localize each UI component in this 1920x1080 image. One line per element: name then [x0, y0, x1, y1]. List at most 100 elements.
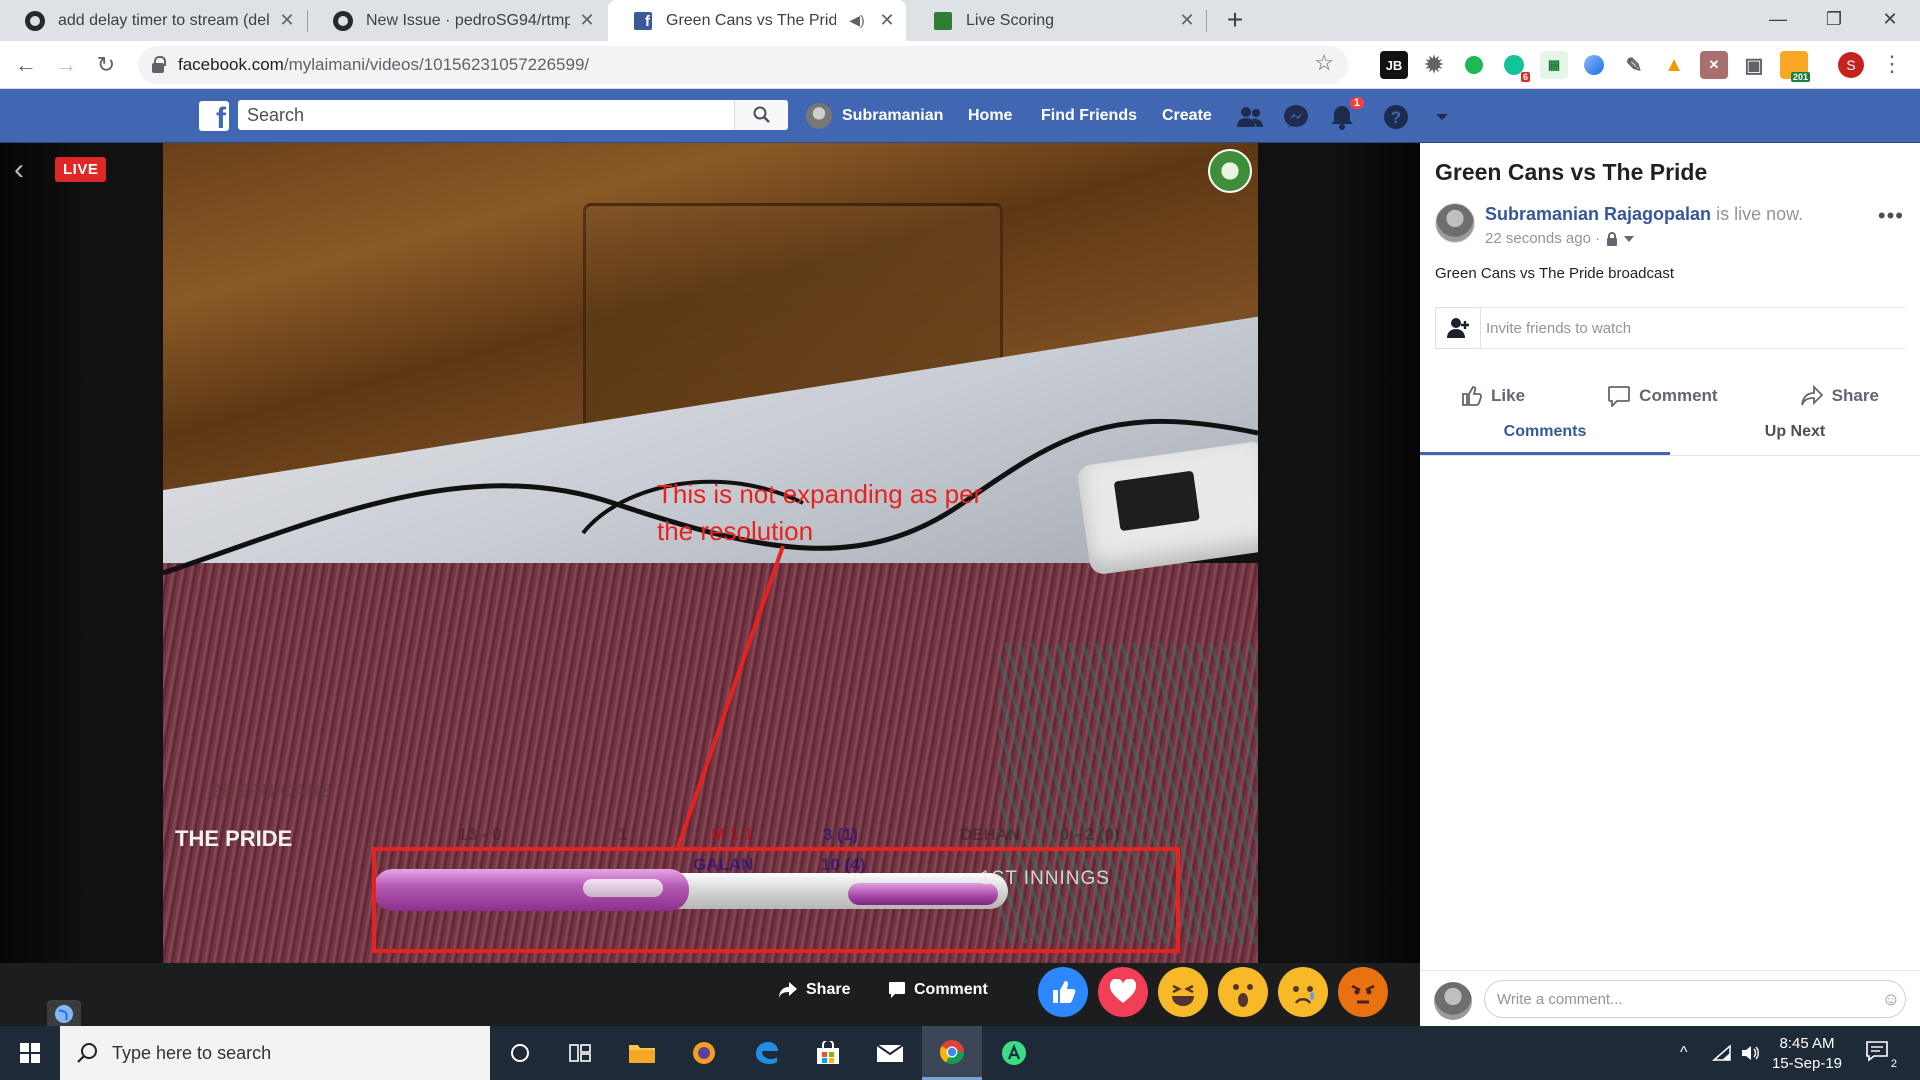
new-tab-button[interactable]: +: [1220, 5, 1250, 35]
post-timestamp[interactable]: 22 seconds ago ·: [1485, 230, 1600, 247]
tray-chevron-icon[interactable]: ^: [1680, 1026, 1688, 1080]
comment-icon: [1608, 386, 1631, 407]
angry-reaction-icon[interactable]: [1338, 967, 1388, 1017]
comment-action-button[interactable]: Comment: [1607, 378, 1718, 414]
forward-icon[interactable]: →: [50, 49, 82, 81]
tab-divider: [1206, 10, 1207, 32]
file-explorer-icon[interactable]: [612, 1026, 672, 1080]
android-studio-icon[interactable]: [984, 1026, 1044, 1080]
reload-icon[interactable]: ↻: [90, 49, 122, 81]
wow-reaction-icon[interactable]: [1218, 967, 1268, 1017]
task-view-icon[interactable]: [550, 1026, 610, 1080]
clock-time: 8:45 AM: [1779, 1035, 1835, 1052]
reactions-bar: [1038, 967, 1388, 1017]
restore-icon[interactable]: ❐: [1806, 0, 1862, 41]
blue-extension-icon[interactable]: [1580, 51, 1608, 79]
tab-comments[interactable]: Comments: [1420, 413, 1670, 455]
messenger-icon[interactable]: [1282, 103, 1310, 131]
video-player[interactable]: ‹ LIVE GREEN CANS THE PRIDE 13 - 0 1 M 1…: [0, 143, 1420, 963]
live-badge: LIVE: [55, 157, 107, 182]
friend-requests-icon[interactable]: [1236, 103, 1264, 131]
share-action-button[interactable]: Share: [1800, 378, 1879, 414]
nav-find-friends[interactable]: Find Friends: [1041, 89, 1137, 143]
minimize-icon[interactable]: —: [1750, 0, 1806, 41]
help-icon[interactable]: ?: [1382, 103, 1410, 131]
video-frame: GREEN CANS THE PRIDE 13 - 0 1 M 1 1 3 (1…: [163, 143, 1258, 963]
like-reaction-icon[interactable]: [1038, 967, 1088, 1017]
green-dot-extension-icon[interactable]: [1460, 51, 1488, 79]
pdf-extension-icon[interactable]: ✕: [1700, 51, 1728, 79]
tab-title: Green Cans vs The Pride: [666, 11, 836, 29]
back-icon[interactable]: ‹: [14, 155, 38, 187]
clock-date: 15-Sep-19: [1771, 1055, 1843, 1072]
address-bar[interactable]: facebook.com /mylaimani/videos/101562310…: [138, 46, 1348, 84]
mail-icon[interactable]: [860, 1026, 920, 1080]
globe-icon[interactable]: [47, 1000, 81, 1026]
invite-text: Invite friends to watch: [1486, 319, 1632, 337]
invite-friends-row[interactable]: Invite friends to watch: [1435, 307, 1905, 349]
search-input[interactable]: [238, 100, 734, 130]
gear-extension-icon[interactable]: ✹: [1420, 51, 1448, 79]
facebook-logo[interactable]: f: [199, 101, 229, 131]
edge-icon[interactable]: [736, 1026, 796, 1080]
nav-home[interactable]: Home: [968, 89, 1012, 143]
close-icon[interactable]: ✕: [578, 10, 596, 31]
speaker-icon[interactable]: ◀): [844, 12, 870, 29]
chevron-down-icon[interactable]: [1624, 235, 1635, 242]
volume-icon[interactable]: [1740, 1026, 1760, 1080]
camera-extension-icon[interactable]: ▣: [1740, 51, 1768, 79]
tab-delay-timer[interactable]: add delay timer to stream (delay ✕: [0, 0, 306, 41]
action-center-icon[interactable]: 2: [1865, 1040, 1897, 1070]
share-action-label: Share: [1831, 386, 1879, 405]
cortana-icon[interactable]: [490, 1026, 550, 1080]
search-icon: [77, 1043, 97, 1063]
nav-create[interactable]: Create: [1162, 89, 1212, 143]
browser-tab-strip: add delay timer to stream (delay ✕ New I…: [0, 0, 1920, 41]
grammarly-extension-icon[interactable]: 6: [1500, 51, 1530, 82]
tab-live-scoring[interactable]: Live Scoring ✕: [908, 0, 1206, 41]
comment-input[interactable]: [1497, 990, 1877, 1008]
add-friend-icon[interactable]: [1435, 307, 1481, 349]
profile-link[interactable]: Subramanian: [806, 89, 943, 143]
github-icon: [24, 10, 46, 32]
app-shield-icon[interactable]: [674, 1026, 734, 1080]
counter-extension-icon[interactable]: 201: [1780, 51, 1810, 82]
bookmark-star-icon[interactable]: ☆: [1314, 50, 1334, 76]
network-icon[interactable]: [1712, 1026, 1732, 1080]
video-details-panel: Green Cans vs The Pride Subramanian Raja…: [1420, 143, 1920, 1026]
store-icon[interactable]: [798, 1026, 858, 1080]
tab-green-cans[interactable]: f Green Cans vs The Pride ◀) ✕: [608, 0, 906, 41]
close-icon[interactable]: ✕: [278, 10, 296, 31]
love-reaction-icon[interactable]: [1098, 967, 1148, 1017]
profile-avatar[interactable]: S: [1838, 52, 1864, 78]
eyedropper-extension-icon[interactable]: ✎: [1620, 51, 1648, 79]
tab-up-next[interactable]: Up Next: [1670, 413, 1920, 455]
emoji-icon[interactable]: ☺: [1877, 989, 1905, 1010]
taskbar-search-input[interactable]: [112, 1042, 490, 1064]
haha-reaction-icon[interactable]: [1158, 967, 1208, 1017]
avatar: [1434, 982, 1472, 1020]
jetbrains-extension-icon[interactable]: JB: [1380, 51, 1408, 79]
chrome-taskbar-icon[interactable]: [922, 1026, 982, 1080]
back-icon[interactable]: ←: [10, 49, 42, 81]
sad-reaction-icon[interactable]: [1278, 967, 1328, 1017]
notifications-icon[interactable]: 1: [1328, 97, 1364, 131]
account-dropdown-icon[interactable]: [1428, 103, 1456, 131]
close-icon[interactable]: ✕: [878, 10, 896, 31]
author-name[interactable]: Subramanian Rajagopalan: [1485, 204, 1711, 224]
more-options-icon[interactable]: •••: [1878, 203, 1904, 229]
close-icon[interactable]: ✕: [1178, 10, 1196, 31]
system-clock[interactable]: 8:45 AM 15-Sep-19: [1762, 1034, 1852, 1074]
avatar[interactable]: [1435, 203, 1475, 243]
cone-extension-icon[interactable]: ▲: [1660, 51, 1688, 79]
start-button[interactable]: [0, 1026, 60, 1080]
share-button[interactable]: Share: [778, 981, 850, 999]
comment-button[interactable]: Comment: [888, 981, 988, 999]
tab-new-issue[interactable]: New Issue · pedroSG94/rtmp-rtsp ✕: [308, 0, 606, 41]
like-button[interactable]: Like: [1461, 378, 1525, 414]
lock-icon[interactable]: [1606, 231, 1618, 246]
chrome-menu-icon[interactable]: ⋮: [1880, 49, 1904, 81]
search-button[interactable]: [734, 100, 788, 130]
sheet-extension-icon[interactable]: ▦: [1540, 51, 1568, 79]
window-close-icon[interactable]: ✕: [1862, 0, 1918, 41]
